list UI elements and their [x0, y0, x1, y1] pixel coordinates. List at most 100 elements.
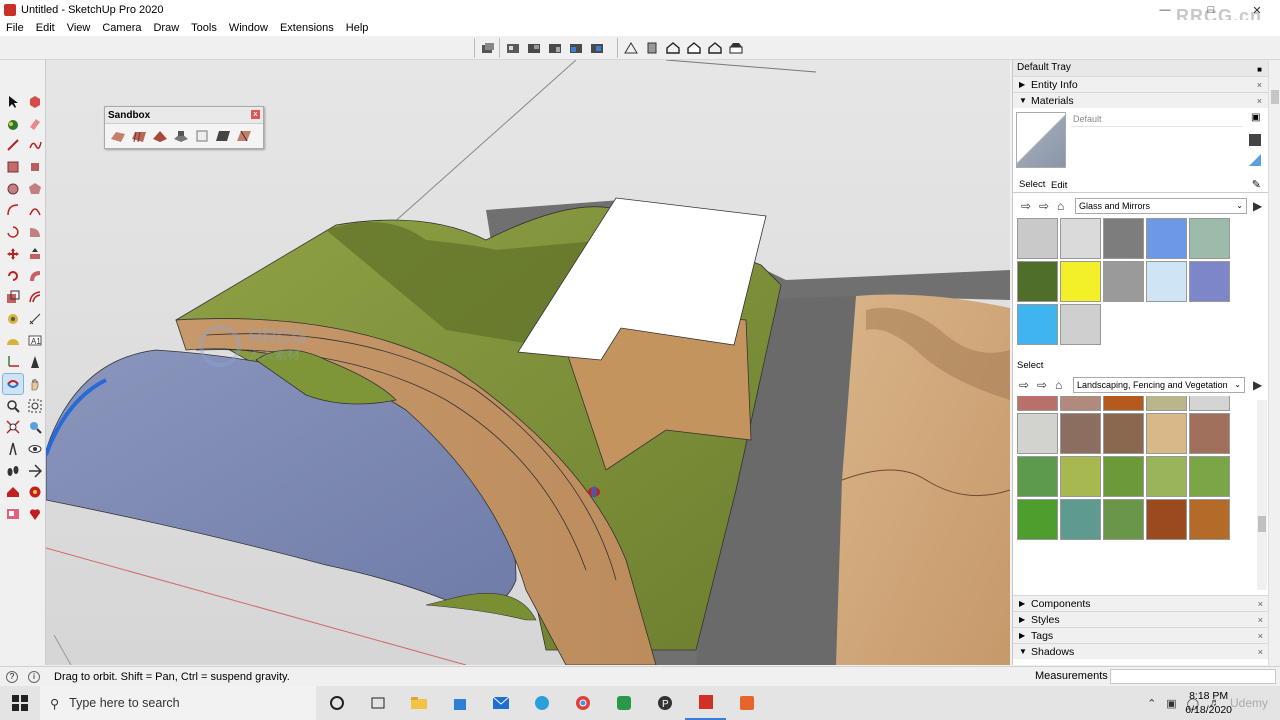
position-camera-icon[interactable]: [3, 439, 23, 459]
three-point-arc-icon[interactable]: [3, 222, 23, 242]
xray-icon[interactable]: [622, 39, 640, 57]
pan-tool-icon[interactable]: [25, 374, 45, 394]
back-arrow-icon[interactable]: ⇨: [1019, 378, 1029, 392]
material-name-field[interactable]: Default: [1071, 114, 1243, 127]
walk-tool-icon[interactable]: [3, 461, 23, 481]
taskbar-clock[interactable]: 8:18 PM 6/18/2020: [1185, 689, 1232, 717]
landscape-material-swatch[interactable]: [1103, 396, 1144, 411]
landscape-material-swatch[interactable]: [1017, 499, 1058, 540]
landscape-material-swatch[interactable]: [1103, 413, 1144, 454]
add-detail-icon[interactable]: [214, 127, 232, 145]
landscape-material-swatch[interactable]: [1060, 499, 1101, 540]
glass-material-swatch[interactable]: [1103, 218, 1144, 259]
close-section-icon[interactable]: ×: [1257, 77, 1262, 93]
menu-camera[interactable]: Camera: [96, 20, 147, 36]
landscape-material-swatch[interactable]: [1189, 413, 1230, 454]
close-button[interactable]: ✕: [1234, 0, 1280, 20]
push-pull-icon[interactable]: [25, 244, 45, 264]
drape-icon[interactable]: [193, 127, 211, 145]
chevron-up-icon[interactable]: ⌃: [1147, 697, 1156, 710]
right-view-icon[interactable]: [546, 39, 564, 57]
sketchup-taskbar-icon[interactable]: [685, 686, 726, 720]
glass-material-swatch[interactable]: [1146, 218, 1187, 259]
pie-tool-icon[interactable]: [25, 222, 45, 242]
paint-bucket-icon[interactable]: [3, 114, 23, 134]
from-scratch-icon[interactable]: [130, 127, 148, 145]
make-component-icon[interactable]: [25, 92, 45, 112]
sandbox-close-icon[interactable]: x: [251, 110, 260, 119]
landscape-material-swatch[interactable]: [1017, 396, 1058, 411]
extension-warehouse-icon[interactable]: [25, 482, 45, 502]
smoove-icon[interactable]: [151, 127, 169, 145]
textured-house-icon[interactable]: [727, 39, 745, 57]
mail-icon[interactable]: [480, 686, 521, 720]
home-icon[interactable]: ⌂: [1055, 378, 1062, 392]
follow-me-icon[interactable]: [25, 266, 45, 286]
dimension-icon[interactable]: [25, 309, 45, 329]
back-arrow-icon[interactable]: ⇨: [1021, 199, 1031, 213]
line-tool-icon[interactable]: [3, 135, 23, 155]
details-arrow-icon[interactable]: ▶: [1253, 199, 1262, 213]
tray-scrollbar[interactable]: [1268, 60, 1280, 665]
rectangle-tool-icon[interactable]: [3, 157, 23, 177]
from-contours-icon[interactable]: [109, 127, 127, 145]
landscape-material-swatch[interactable]: [1146, 456, 1187, 497]
menu-extensions[interactable]: Extensions: [274, 20, 340, 36]
move-tool-icon[interactable]: [3, 244, 23, 264]
display-secondary-icon[interactable]: ▣: [1251, 112, 1260, 123]
iso-view-icon[interactable]: [479, 39, 497, 57]
close-section-icon[interactable]: ×: [1258, 628, 1263, 644]
glass-material-swatch[interactable]: [1103, 261, 1144, 302]
layout-icon[interactable]: [3, 504, 23, 524]
axes-tool-icon[interactable]: [3, 352, 23, 372]
back-edges-icon[interactable]: [643, 39, 661, 57]
landscape-material-swatch[interactable]: [1189, 396, 1230, 411]
landscape-material-swatch[interactable]: [1060, 396, 1101, 411]
tray-scrollbar-thumb[interactable]: [1271, 90, 1279, 104]
offset-tool-icon[interactable]: [25, 287, 45, 307]
landscape-material-swatch[interactable]: [1189, 456, 1230, 497]
zoom-extents-icon[interactable]: [3, 417, 23, 437]
scale-tool-icon[interactable]: [3, 287, 23, 307]
front-view-icon[interactable]: [525, 39, 543, 57]
recorder-icon[interactable]: [726, 686, 767, 720]
menu-edit[interactable]: Edit: [30, 20, 61, 36]
rotated-rectangle-icon[interactable]: [25, 157, 45, 177]
landscape-material-swatch[interactable]: [1017, 456, 1058, 497]
landscape-material-swatch[interactable]: [1146, 499, 1187, 540]
left-view-icon[interactable]: [588, 39, 606, 57]
maximize-button[interactable]: □: [1188, 0, 1234, 20]
info-icon[interactable]: i: [28, 670, 40, 683]
library1-select[interactable]: Glass and Mirrors ⌄: [1075, 198, 1247, 214]
scrollbar-thumb[interactable]: [1258, 516, 1266, 532]
section-materials[interactable]: ▼ Materials ×: [1013, 92, 1268, 108]
menu-window[interactable]: Window: [223, 20, 274, 36]
glass-material-swatch[interactable]: [1017, 261, 1058, 302]
wireframe-house-icon[interactable]: [664, 39, 682, 57]
create-material-icon[interactable]: [1249, 134, 1261, 146]
flip-edge-icon[interactable]: [235, 127, 253, 145]
forward-arrow-icon[interactable]: ⇨: [1039, 199, 1049, 213]
model-viewport[interactable]: RRCG 人人素材: [46, 60, 1010, 665]
glass-material-swatch[interactable]: [1060, 304, 1101, 345]
eraser-icon[interactable]: [25, 114, 45, 134]
landscape-material-swatch[interactable]: [1103, 499, 1144, 540]
cortana-icon[interactable]: [316, 686, 357, 720]
details-arrow-icon[interactable]: ▶: [1253, 378, 1262, 392]
landscape-material-swatch[interactable]: [1060, 456, 1101, 497]
section-components[interactable]: ▶ Components ×: [1013, 595, 1269, 611]
swatch-scrollbar[interactable]: [1257, 400, 1267, 590]
section-plane-icon[interactable]: [25, 461, 45, 481]
menu-draw[interactable]: Draw: [147, 20, 185, 36]
freehand-icon[interactable]: [25, 135, 45, 155]
glass-material-swatch[interactable]: [1189, 261, 1230, 302]
landscape-material-swatch[interactable]: [1017, 413, 1058, 454]
measurements-input[interactable]: [1110, 669, 1276, 684]
select-tool-icon[interactable]: [3, 92, 23, 112]
landscape-material-swatch[interactable]: [1146, 396, 1187, 411]
menu-file[interactable]: File: [0, 20, 30, 36]
top-view-icon[interactable]: [504, 39, 522, 57]
orbit-tool-icon[interactable]: [2, 372, 24, 395]
task-view-icon[interactable]: [357, 686, 398, 720]
taskbar-search[interactable]: ⚲ Type here to search: [40, 686, 316, 720]
